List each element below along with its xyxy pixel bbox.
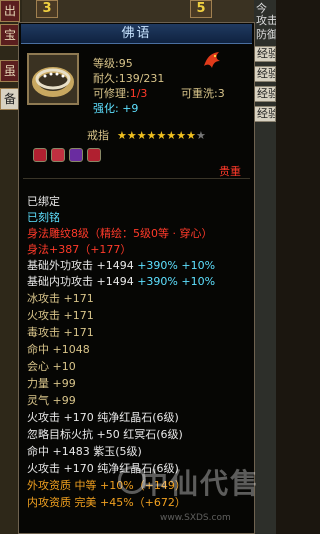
engraved-status: 已刻铭 — [27, 211, 60, 224]
background-slot-3[interactable]: 3 — [36, 0, 58, 18]
item-tooltip: 佛语 等级:95 耐久:139/231 可修理:1/3 可重洗:3 强化: +9… — [18, 22, 255, 534]
gem-attribute-line: 命中 +1483 紫玉(5级) — [27, 445, 142, 458]
item-rewash: 可重洗:3 — [181, 87, 225, 100]
item-star-rating: ★★★★★★★★★ — [117, 129, 206, 142]
gem-slot-icon — [33, 148, 47, 162]
item-type: 戒指 — [87, 129, 109, 142]
background-icon-3[interactable]: 虽 — [0, 60, 20, 82]
watermark-url: www.SXDS.com — [160, 513, 231, 523]
engraving-bonus: 身法+387（+177） — [27, 243, 132, 256]
attribute-text: 基础外功攻击 +1494 — [27, 259, 138, 272]
attribute-line: 火攻击 +171 — [27, 309, 94, 322]
attribute-line: 力量 +99 — [27, 377, 76, 390]
star-icon: ★ — [176, 129, 187, 142]
attribute-line: 会心 +10 — [27, 360, 76, 373]
background-right-text-3: 防御 — [256, 28, 276, 41]
background-icon-1[interactable]: 出 — [0, 0, 20, 22]
gem-slot-icon — [51, 148, 65, 162]
star-icon: ★ — [166, 129, 177, 142]
item-name: 佛语 — [121, 26, 152, 41]
ring-item-icon — [27, 53, 79, 105]
repairable-label: 可修理: — [93, 87, 130, 100]
bound-status: 已绑定 — [27, 195, 60, 208]
item-level: 等级:95 — [93, 57, 133, 70]
watermark-text: 中仙代售 — [140, 467, 261, 500]
gem-attribute-line: 忽略目标火抗 +50 红冥石(6级) — [27, 428, 183, 441]
background-icon-2[interactable]: 宝 — [0, 24, 20, 46]
attribute-line: 灵气 +99 — [27, 394, 76, 407]
star-icon: ★ — [117, 129, 127, 142]
star-icon: ★ — [126, 129, 137, 142]
attribute-line: 基础外功攻击 +1494 +390% +10% — [27, 257, 215, 273]
attribute-line: 毒攻击 +171 — [27, 326, 94, 339]
star-icon: ★ — [196, 129, 206, 142]
item-durability: 耐久:139/231 — [93, 72, 165, 85]
star-icon: ★ — [136, 129, 147, 142]
attribute-line: 基础内功攻击 +1494 +390% +10% — [27, 273, 215, 289]
dragon-emblem-icon — [204, 52, 220, 68]
item-repairable: 可修理:1/3 — [93, 85, 147, 101]
attribute-text: 基础内功攻击 +1494 — [27, 275, 138, 288]
star-icon: ★ — [156, 129, 167, 142]
gem-slot-icon — [69, 148, 83, 162]
gem-slot-icon — [87, 148, 101, 162]
attribute-bonus: +390% +10% — [137, 259, 216, 272]
tooltip-title-bar: 佛语 — [21, 24, 252, 44]
gem-attribute-line: 火攻击 +170 纯净红晶石(6级) — [27, 411, 179, 424]
attribute-bonus: +390% +10% — [137, 275, 216, 288]
background-icon-4[interactable]: 备 — [0, 88, 20, 110]
attribute-line: 冰攻击 +171 — [27, 292, 94, 305]
attribute-line: 命中 +1048 — [27, 343, 90, 356]
weight-tag: 贵重 — [219, 165, 241, 178]
item-enhance: 强化: +9 — [93, 102, 139, 115]
background-slot-5[interactable]: 5 — [190, 0, 212, 18]
repairable-value: 1/3 — [129, 87, 148, 100]
background-right-tab-3[interactable]: 经验 — [254, 86, 276, 102]
star-icon: ★ — [146, 129, 157, 142]
background-right-tab-2[interactable]: 经验 — [254, 66, 276, 82]
background-right-tab-4[interactable]: 经验 — [254, 106, 276, 122]
divider — [23, 178, 250, 179]
background-right-tab-1[interactable]: 经验 — [254, 46, 276, 62]
engraving-line: 身法雕纹8级（精绘：5级0等 · 穿心） — [27, 227, 213, 240]
star-icon: ★ — [186, 129, 196, 142]
